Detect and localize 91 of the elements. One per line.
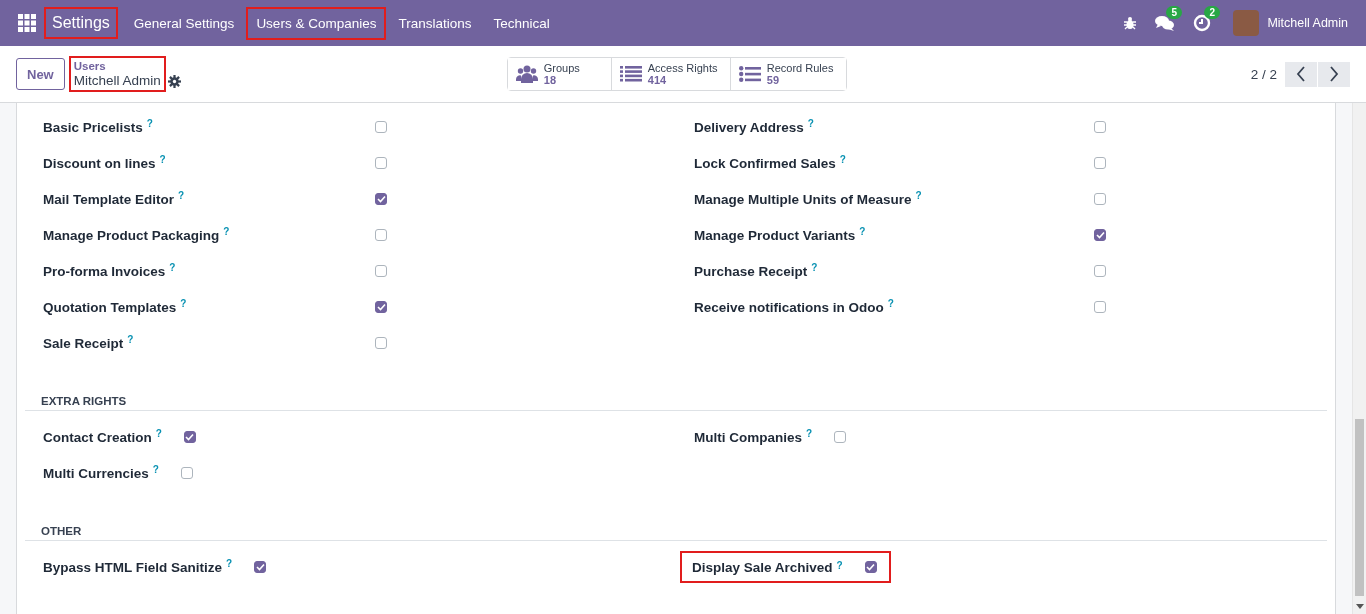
checkbox[interactable]	[183, 431, 196, 443]
field-label: Lock Confirmed Sales	[694, 155, 836, 171]
menu-item[interactable]: Translations	[388, 6, 482, 40]
help-tooltip-mark[interactable]: ?	[178, 190, 185, 201]
help-tooltip-mark[interactable]: ?	[839, 154, 846, 165]
apps-grid-icon[interactable]	[18, 14, 36, 32]
help-tooltip-mark[interactable]: ?	[859, 226, 866, 237]
clock-icon[interactable]	[1193, 14, 1212, 32]
checkbox[interactable]	[834, 431, 847, 443]
avatar-placeholder[interactable]	[1233, 10, 1260, 36]
help-tooltip-mark[interactable]: ?	[226, 558, 233, 569]
chevron-right-icon	[1329, 66, 1339, 82]
menu-item[interactable]: General Settings	[123, 6, 245, 40]
check-icon	[376, 195, 386, 203]
notification-badge: 5	[1166, 6, 1182, 19]
checkbox[interactable]	[1094, 193, 1106, 205]
field-label: Bypass HTML Field Sanitize	[43, 559, 223, 575]
help-tooltip-mark[interactable]: ?	[152, 464, 159, 475]
check-icon	[376, 303, 386, 311]
section-heading: EXTRA RIGHTS	[25, 395, 1327, 411]
field-label: Receive notifications in Odoo	[694, 299, 884, 315]
help-tooltip-mark[interactable]: ?	[807, 118, 814, 129]
check-icon	[866, 563, 876, 571]
help-tooltip-mark[interactable]: ?	[180, 298, 187, 309]
field-label: Manage Multiple Units of Measure	[694, 191, 912, 207]
list-icon	[738, 66, 761, 82]
next-button[interactable]	[1318, 61, 1350, 87]
check-icon	[1095, 231, 1105, 239]
help-tooltip-mark[interactable]: ?	[836, 560, 843, 571]
section-heading: OTHER	[25, 525, 1327, 541]
record-title: Mitchell Admin	[73, 72, 161, 89]
chevron-left-icon	[1296, 66, 1306, 82]
checkbox[interactable]	[864, 561, 877, 573]
checkbox[interactable]	[375, 337, 387, 349]
bug-icon[interactable]	[1123, 16, 1138, 30]
help-tooltip-mark[interactable]: ?	[155, 428, 162, 439]
field-label: Pro-forma Invoices	[43, 263, 166, 279]
help-tooltip-mark[interactable]: ?	[146, 118, 153, 129]
checkbox[interactable]	[375, 121, 387, 133]
help-tooltip-mark[interactable]: ?	[811, 262, 818, 273]
user-name[interactable]: Mitchell Admin	[1267, 16, 1348, 30]
checkbox[interactable]	[375, 265, 387, 277]
checkbox[interactable]	[375, 157, 387, 169]
scrollbar[interactable]	[1352, 103, 1366, 614]
smart-button[interactable]: Groups 18	[507, 58, 612, 90]
new-button[interactable]: New	[16, 58, 65, 90]
checkbox[interactable]	[1094, 229, 1106, 241]
checkbox[interactable]	[1094, 157, 1106, 169]
chat-icon[interactable]	[1155, 14, 1176, 32]
field-label: Multi Companies	[694, 429, 802, 445]
checkbox[interactable]	[180, 467, 193, 479]
breadcrumb-link[interactable]: Users	[73, 59, 161, 73]
help-tooltip-mark[interactable]: ?	[127, 334, 134, 345]
help-tooltip-mark[interactable]: ?	[169, 262, 176, 273]
checkbox[interactable]	[1094, 121, 1106, 133]
field-label: Mail Template Editor	[43, 191, 175, 207]
help-tooltip-mark[interactable]: ?	[159, 154, 166, 165]
checkbox[interactable]	[254, 561, 267, 573]
checkbox[interactable]	[375, 229, 387, 241]
field-label: Display Sale Archived	[692, 559, 833, 575]
settings-icon[interactable]	[167, 74, 181, 88]
field-label: Manage Product Variants	[694, 227, 856, 243]
field-label: Manage Product Packaging	[43, 227, 220, 243]
help-tooltip-mark[interactable]: ?	[887, 298, 894, 309]
scrollbar-thumb[interactable]	[1355, 419, 1364, 596]
field-label: Contact Creation	[43, 429, 152, 445]
check-icon	[255, 563, 265, 571]
menu-item[interactable]: Technical	[483, 6, 560, 40]
pager-counter: 2 / 2	[1250, 66, 1277, 82]
field-label: Multi Currencies	[43, 465, 149, 481]
users-icon	[515, 65, 538, 83]
field-label: Discount on lines	[43, 155, 156, 171]
field-label: Basic Pricelists	[43, 119, 143, 135]
field-label: Quotation Templates	[43, 299, 177, 315]
help-tooltip-mark[interactable]: ?	[806, 428, 813, 439]
list-icon	[619, 66, 642, 82]
field-label: Sale Receipt	[43, 335, 124, 351]
app-title[interactable]: Settings	[44, 7, 118, 39]
check-icon	[185, 433, 195, 441]
previous-button[interactable]	[1285, 61, 1317, 87]
scroll-down-icon	[1356, 604, 1364, 609]
notification-badge: 2	[1204, 6, 1220, 19]
checkbox[interactable]	[1094, 265, 1106, 277]
checkbox[interactable]	[375, 193, 387, 205]
menu-item[interactable]: Users & Companies	[246, 6, 387, 40]
field-label: Purchase Receipt	[694, 263, 808, 279]
field-label: Delivery Address	[694, 119, 804, 135]
checkbox[interactable]	[1094, 301, 1106, 313]
help-tooltip-mark[interactable]: ?	[915, 190, 922, 201]
help-tooltip-mark[interactable]: ?	[223, 226, 230, 237]
checkbox[interactable]	[375, 301, 387, 313]
